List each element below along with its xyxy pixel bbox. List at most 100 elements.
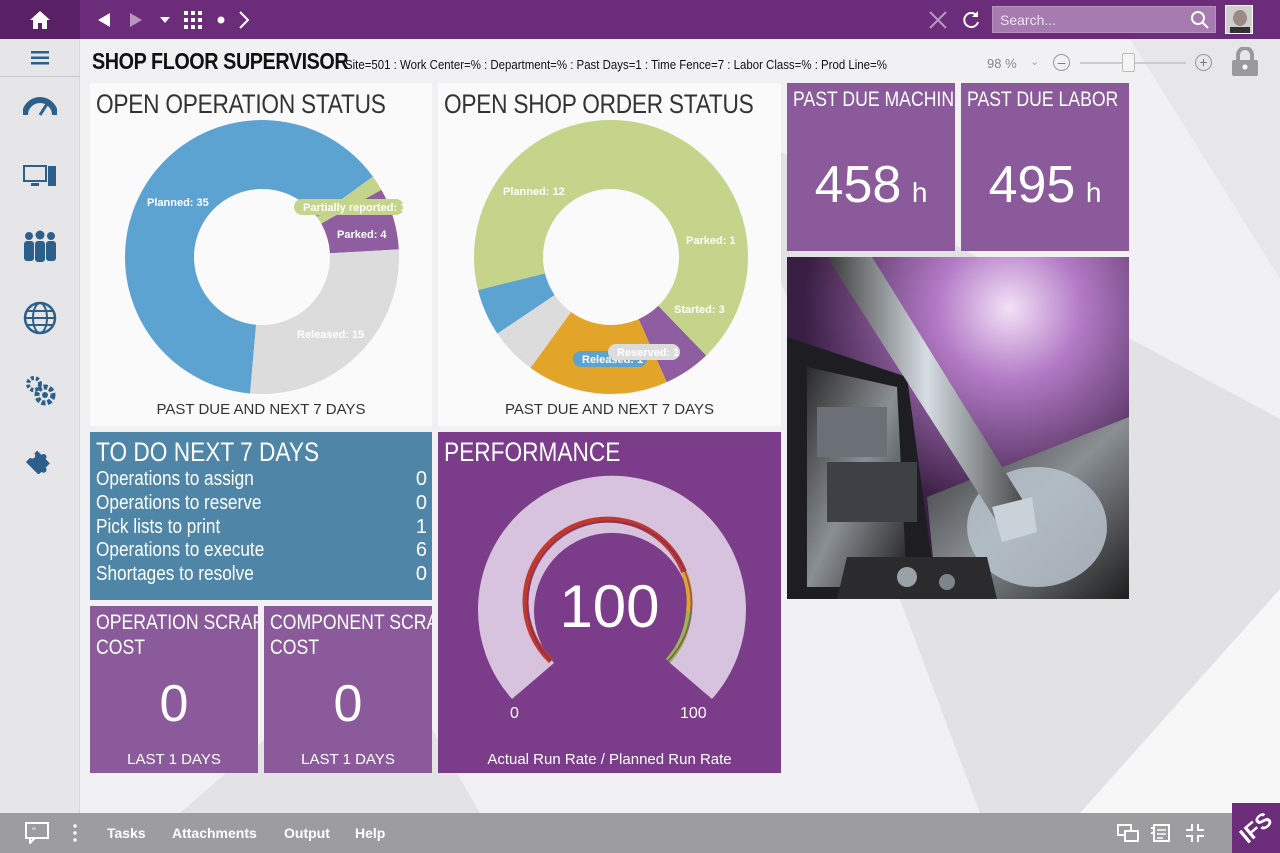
row-value: 0 bbox=[415, 492, 427, 514]
tile-title: COMPONENT SCRAP COST bbox=[270, 610, 432, 660]
label-started: Started: 3 bbox=[674, 304, 725, 316]
tile-title: TO DO NEXT 7 DAYS bbox=[96, 437, 320, 467]
notes-button[interactable] bbox=[1149, 813, 1171, 853]
performance-tile[interactable]: PERFORMANCE 100 0 100 Actual Run Rate / … bbox=[438, 432, 781, 773]
tile-title: PAST DUE LABOR bbox=[967, 88, 1119, 111]
back-button[interactable] bbox=[94, 0, 114, 39]
value-unit: h bbox=[911, 177, 928, 208]
current-page-button[interactable] bbox=[214, 0, 228, 39]
todo-row-assign[interactable]: Operations to assign 0 bbox=[96, 468, 427, 492]
todo-row-reserve[interactable]: Operations to reserve 0 bbox=[96, 492, 427, 516]
past-due-machine-tile[interactable]: PAST DUE MACHINE 458 h bbox=[787, 83, 955, 251]
open-shop-order-status-tile[interactable]: OPEN SHOP ORDER STATUS Planned: 12 Parke… bbox=[438, 83, 781, 426]
component-scrap-cost-tile[interactable]: COMPONENT SCRAP COST 0 LAST 1 DAYS bbox=[264, 606, 432, 773]
sidebar bbox=[0, 39, 80, 813]
operation-scrap-cost-tile[interactable]: OPERATION SCRAP COST 0 LAST 1 DAYS bbox=[90, 606, 258, 773]
row-label: Pick lists to print bbox=[96, 516, 221, 538]
sidebar-item-devices[interactable] bbox=[0, 141, 80, 211]
search-icon[interactable] bbox=[1191, 11, 1209, 34]
collapse-icon bbox=[1186, 824, 1204, 842]
gauge-min: 0 bbox=[510, 705, 519, 722]
tile-title: PAST DUE MACHINE bbox=[793, 88, 955, 111]
lock-icon[interactable] bbox=[1229, 46, 1261, 82]
more-options-button[interactable] bbox=[70, 813, 80, 853]
refresh-button[interactable] bbox=[960, 0, 982, 39]
todo-row-shortages[interactable]: Shortages to resolve 0 bbox=[96, 563, 427, 587]
computer-icon bbox=[23, 165, 56, 186]
machining-image bbox=[787, 257, 1129, 599]
past-due-labor-tile[interactable]: PAST DUE LABOR 495 h bbox=[961, 83, 1129, 251]
row-value: 6 bbox=[415, 539, 427, 561]
people-icon bbox=[24, 230, 56, 262]
metric-value: 0 bbox=[333, 675, 363, 733]
dropdown-icon bbox=[160, 16, 170, 23]
sidebar-item-settings[interactable] bbox=[0, 355, 80, 425]
title-line-2: COST bbox=[270, 636, 320, 659]
zoom-in-button[interactable]: + bbox=[1195, 54, 1212, 71]
zoom-dropdown-icon[interactable]: ⌄ bbox=[1030, 55, 1039, 68]
search-input[interactable] bbox=[993, 7, 1183, 32]
ifs-logo: IFS bbox=[1232, 803, 1280, 853]
gauge-value: 100 bbox=[559, 573, 660, 640]
row-label: Operations to reserve bbox=[96, 492, 262, 514]
sidebar-item-people[interactable] bbox=[0, 211, 80, 281]
row-label: Operations to execute bbox=[96, 539, 265, 561]
forward-button[interactable] bbox=[126, 0, 146, 39]
todo-row-pick-lists[interactable]: Pick lists to print 1 bbox=[96, 516, 427, 540]
zoom-out-button[interactable]: – bbox=[1053, 54, 1070, 71]
breadcrumb-next-button[interactable] bbox=[236, 0, 252, 39]
refresh-icon bbox=[963, 10, 979, 28]
label-planned: Planned: 35 bbox=[147, 197, 209, 209]
chat-button[interactable]: " bbox=[24, 813, 50, 853]
title-line-1: COMPONENT SCRAP bbox=[270, 611, 432, 634]
search-box bbox=[992, 6, 1216, 33]
todo-next-7-days-tile[interactable]: TO DO NEXT 7 DAYS Operations to assign 0 … bbox=[90, 432, 432, 600]
tile-title: OPERATION SCRAP COST bbox=[96, 610, 258, 660]
title-line-1: OPERATION SCRAP bbox=[96, 611, 258, 634]
page-title: SHOP FLOOR SUPERVISOR bbox=[92, 48, 349, 74]
zoom-slider-handle[interactable] bbox=[1122, 53, 1135, 72]
forward-icon bbox=[130, 12, 142, 27]
output-menu[interactable]: Output bbox=[284, 825, 330, 841]
metric-caption: LAST 1 DAYS bbox=[301, 751, 395, 768]
label-reserved: Reserved: 1 bbox=[617, 347, 679, 359]
windows-icon bbox=[1117, 824, 1139, 842]
row-label: Operations to assign bbox=[96, 468, 254, 490]
label-parked: Parked: 1 bbox=[686, 235, 736, 247]
sidebar-item-extensions[interactable] bbox=[0, 425, 80, 495]
tile-subtitle: PAST DUE AND NEXT 7 DAYS bbox=[156, 401, 366, 418]
row-value: 1 bbox=[415, 516, 427, 538]
home-button[interactable] bbox=[0, 0, 80, 39]
todo-row-execute[interactable]: Operations to execute 6 bbox=[96, 539, 427, 563]
sidebar-item-globe[interactable] bbox=[0, 283, 80, 353]
close-button[interactable] bbox=[928, 0, 948, 39]
row-label: Shortages to resolve bbox=[96, 563, 254, 585]
puzzle-icon bbox=[26, 450, 50, 474]
close-icon bbox=[929, 10, 947, 29]
collapse-button[interactable] bbox=[1184, 813, 1206, 853]
gauge-caption: Actual Run Rate / Planned Run Rate bbox=[487, 751, 732, 768]
tasks-menu[interactable]: Tasks bbox=[107, 825, 146, 841]
label-parked: Parked: 4 bbox=[337, 229, 387, 241]
attachments-menu[interactable]: Attachments bbox=[172, 825, 257, 841]
history-dropdown-button[interactable] bbox=[158, 0, 172, 39]
apps-grid-icon bbox=[184, 10, 202, 29]
apps-button[interactable] bbox=[182, 0, 204, 39]
value-unit: h bbox=[1085, 177, 1102, 208]
avatar[interactable] bbox=[1225, 5, 1253, 34]
sidebar-item-dashboard[interactable] bbox=[0, 71, 80, 141]
more-vertical-icon bbox=[73, 824, 77, 842]
donut-slice-released[interactable] bbox=[250, 249, 400, 394]
metric-caption: LAST 1 DAYS bbox=[127, 751, 221, 768]
value-number: 458 bbox=[814, 156, 902, 214]
help-menu[interactable]: Help bbox=[355, 825, 385, 841]
metric-value: 495 h bbox=[961, 155, 1129, 215]
logo-text: IFS bbox=[1234, 807, 1277, 849]
back-icon bbox=[98, 12, 110, 27]
page-parameters: Site=501 : Work Center=% : Department=% … bbox=[345, 57, 887, 72]
globe-icon bbox=[23, 301, 57, 335]
windows-button[interactable] bbox=[1117, 813, 1139, 853]
open-operation-status-tile[interactable]: OPEN OPERATION STATUS Planned: 35 Partia… bbox=[90, 83, 432, 426]
label-partially-reported: Partially reported: 1 bbox=[303, 202, 406, 214]
gears-icon bbox=[26, 376, 56, 406]
